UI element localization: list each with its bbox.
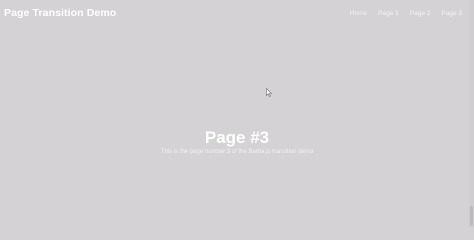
nav-link-page-2[interactable]: Page 2 [410,10,431,17]
nav-link-page-1[interactable]: Page 1 [378,10,399,17]
nav-links: Home Page 1 Page 2 Page 3 [350,10,462,17]
brand-logo[interactable]: Page Transition Demo [4,7,116,19]
scrollbar-thumb[interactable] [470,206,473,226]
page-subtitle: This is the page number 3 of the Barba.j… [160,149,314,155]
scrollbar[interactable] [469,0,474,228]
nav-link-home[interactable]: Home [350,10,367,17]
mouse-cursor-icon [266,88,272,97]
hero: Page #3 This is the page number 3 of the… [0,128,474,155]
page-title: Page #3 [204,128,270,147]
nav-link-page-3[interactable]: Page 3 [441,10,462,17]
navbar: Page Transition Demo Home Page 1 Page 2 … [0,0,474,28]
page: Page Transition Demo Home Page 1 Page 2 … [0,0,474,228]
